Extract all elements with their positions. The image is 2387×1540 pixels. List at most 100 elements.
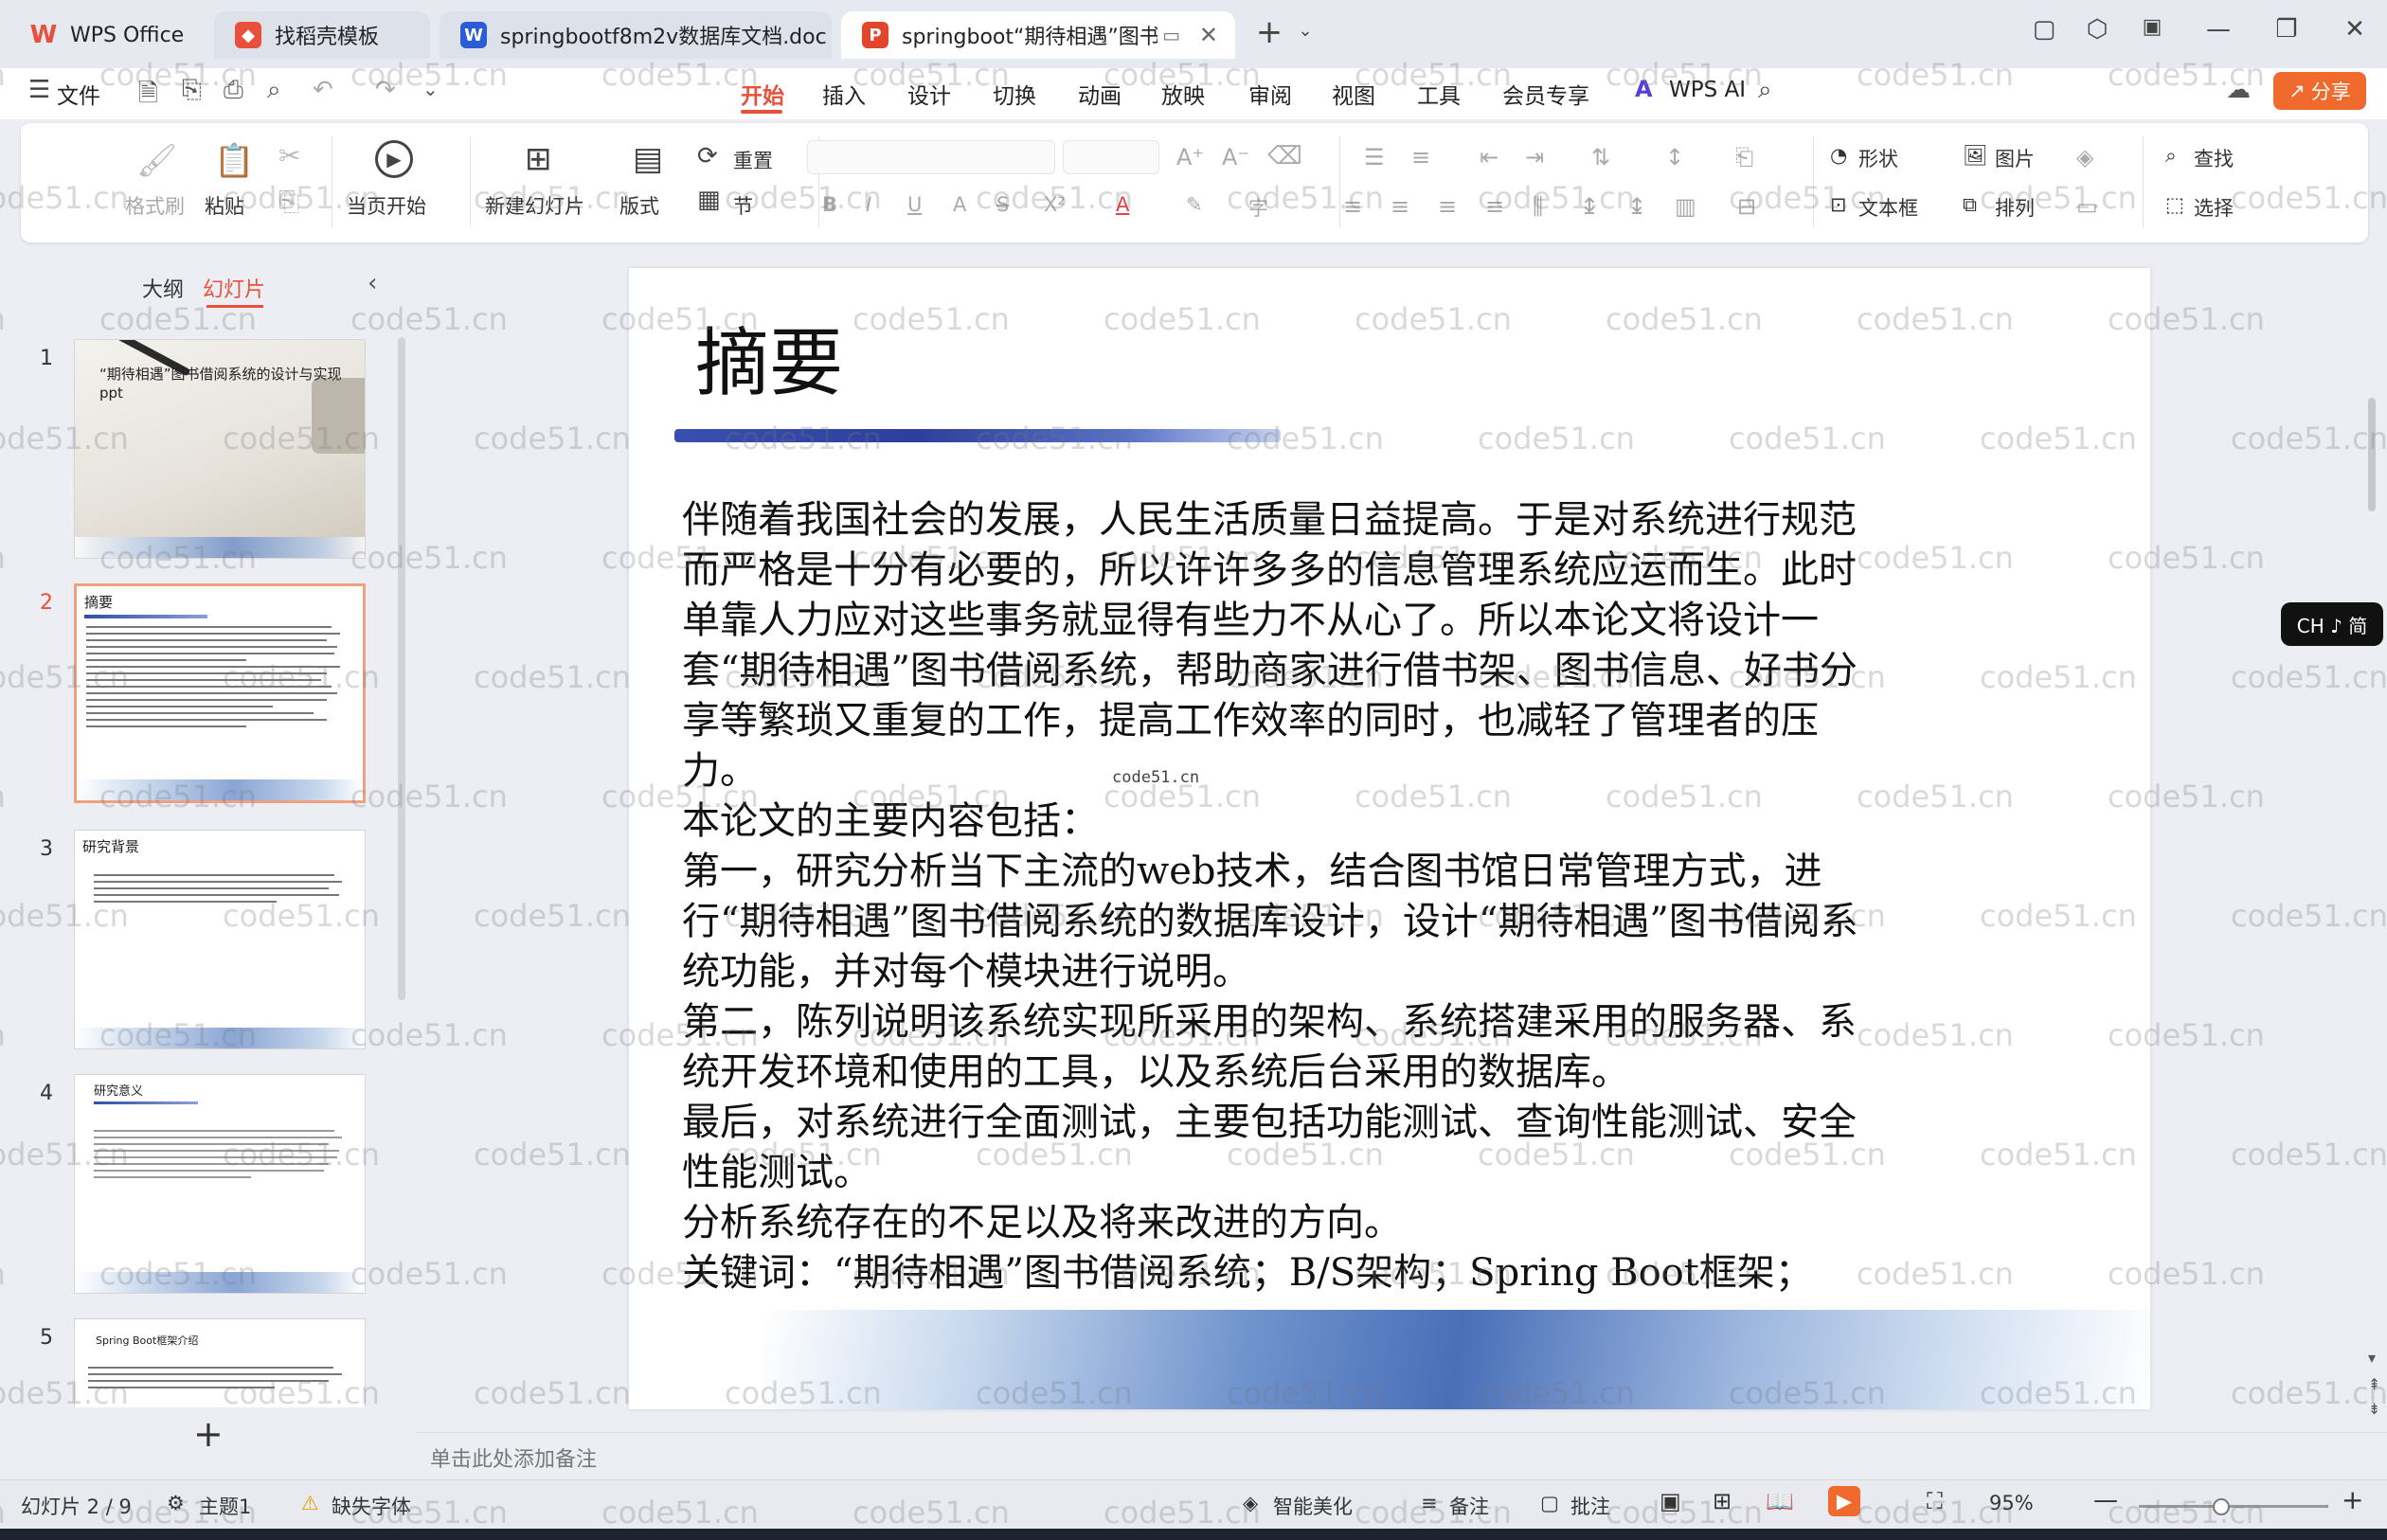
- menu-view[interactable]: 视图: [1332, 78, 1375, 110]
- search-icon[interactable]: ⌕: [1758, 76, 1772, 105]
- thumbnail-slide-1[interactable]: “期待相遇”图书借阅系统的设计与实现ppt: [74, 339, 366, 559]
- font-family-select[interactable]: [807, 140, 1055, 174]
- align-right-icon[interactable]: ≡: [1438, 193, 1457, 220]
- notes-pane[interactable]: 单击此处添加备注: [417, 1432, 2387, 1480]
- bullet-list-icon[interactable]: ☰: [1364, 144, 1385, 170]
- scroll-down-icon[interactable]: ▾: [2368, 1349, 2376, 1367]
- align-left-icon[interactable]: ≡: [1343, 193, 1362, 220]
- redo-icon[interactable]: ↷: [375, 76, 396, 104]
- italic-icon[interactable]: I: [866, 193, 871, 216]
- avatar[interactable]: ▣: [2133, 15, 2171, 39]
- picture-button[interactable]: 图片: [1995, 144, 2035, 172]
- thumbnail-slide-5[interactable]: Spring Boot框架介绍: [74, 1318, 366, 1407]
- close-window-icon[interactable]: ✕: [2336, 15, 2374, 44]
- columns-icon[interactable]: ▥: [1675, 193, 1696, 220]
- clear-format-icon[interactable]: ⌫: [1267, 142, 1302, 170]
- menu-review[interactable]: 审阅: [1248, 78, 1292, 110]
- menu-animation[interactable]: 动画: [1078, 78, 1122, 110]
- select-button[interactable]: 选择: [2194, 193, 2234, 222]
- increase-font-icon[interactable]: A⁺: [1176, 144, 1204, 170]
- normal-view-icon[interactable]: ▣: [1660, 1488, 1681, 1514]
- add-slide-button[interactable]: +: [193, 1413, 224, 1455]
- maximize-icon[interactable]: ❐: [2268, 15, 2306, 44]
- minimize-icon[interactable]: —: [2199, 15, 2237, 44]
- text-direction-icon[interactable]: ⇅: [1591, 144, 1610, 170]
- tab-docer[interactable]: ◆ 找稻壳模板: [214, 11, 430, 59]
- bold-icon[interactable]: B: [822, 193, 837, 216]
- numbered-list-icon[interactable]: ≡: [1411, 144, 1430, 170]
- zoom-in-icon[interactable]: +: [2342, 1484, 2363, 1515]
- thumbnail-slide-4[interactable]: 研究意义: [74, 1074, 366, 1294]
- font-color-icon[interactable]: A: [1116, 193, 1129, 216]
- paste-button[interactable]: 粘贴: [205, 191, 244, 220]
- arrange-button[interactable]: 排列: [1995, 193, 2035, 222]
- menu-insert[interactable]: 插入: [822, 78, 866, 110]
- convert-icon[interactable]: ⎗: [1735, 144, 1753, 170]
- menu-wps-ai[interactable]: WPS AI: [1669, 78, 1746, 102]
- play-from-current-button[interactable]: 当页开始: [347, 191, 426, 220]
- distribute-icon[interactable]: ⫼: [1533, 193, 1543, 220]
- chevron-down-icon[interactable]: ⌄: [422, 78, 439, 100]
- highlight-icon[interactable]: ✎: [1186, 193, 1203, 216]
- missing-font-button[interactable]: 缺失字体: [332, 1492, 411, 1520]
- justify-icon[interactable]: ≡: [1485, 193, 1504, 220]
- menu-slideshow[interactable]: 放映: [1161, 78, 1205, 110]
- file-menu[interactable]: 文件: [57, 78, 100, 110]
- comments-button[interactable]: 批注: [1570, 1492, 1610, 1520]
- smart-beautify-button[interactable]: 智能美化: [1273, 1492, 1353, 1520]
- section-button[interactable]: 节: [733, 191, 753, 220]
- thumbnail-slide-3[interactable]: 研究背景: [74, 830, 366, 1049]
- collapse-panel-icon[interactable]: ‹: [368, 269, 377, 297]
- theme-label[interactable]: 主题1: [199, 1492, 251, 1520]
- fill-icon[interactable]: ◈: [2076, 144, 2093, 170]
- zoom-slider-handle[interactable]: [2213, 1498, 2230, 1515]
- next-slide-icon[interactable]: ⇟: [2368, 1400, 2380, 1418]
- reset-button[interactable]: 重置: [733, 146, 773, 174]
- decrease-font-icon[interactable]: A⁻: [1222, 144, 1249, 170]
- zoom-out-icon[interactable]: —: [2093, 1486, 2118, 1514]
- slide-sorter-icon[interactable]: ⊞: [1713, 1488, 1732, 1514]
- zoom-slider-track[interactable]: [2139, 1505, 2328, 1508]
- superscript-icon[interactable]: X²: [1044, 193, 1066, 216]
- export-icon[interactable]: ⎘: [182, 76, 202, 105]
- slideshow-play-icon[interactable]: ▶: [1828, 1486, 1860, 1516]
- undo-icon[interactable]: ↶: [313, 76, 333, 104]
- find-button[interactable]: 查找: [2194, 144, 2234, 172]
- cube-icon[interactable]: ⬡: [2078, 15, 2116, 44]
- textbox-button[interactable]: 文本框: [1858, 193, 1918, 222]
- tab-doc-file[interactable]: W springbootf8m2v数据库文档.doc: [440, 11, 832, 59]
- vertical-align-icon[interactable]: ⊟: [1737, 193, 1756, 220]
- layout-button[interactable]: 版式: [619, 191, 659, 220]
- sort-icon[interactable]: ↕: [1665, 144, 1684, 170]
- reading-view-icon[interactable]: 📖: [1766, 1488, 1794, 1514]
- notes-button[interactable]: 备注: [1449, 1492, 1489, 1520]
- share-button[interactable]: ↗ 分享: [2273, 72, 2366, 110]
- menu-home[interactable]: 开始: [741, 78, 784, 110]
- prev-slide-icon[interactable]: ⇞: [2368, 1375, 2380, 1393]
- shape-button[interactable]: 形状: [1858, 144, 1898, 172]
- window-layout-icon[interactable]: ▢: [2025, 15, 2063, 44]
- slide-title[interactable]: 摘要: [695, 304, 843, 410]
- copy-icon[interactable]: ⎘: [278, 186, 299, 218]
- menu-member[interactable]: 会员专享: [1502, 78, 1589, 110]
- cut-icon[interactable]: ✂: [278, 140, 300, 171]
- panel-scrollbar[interactable]: [398, 337, 405, 1000]
- ime-indicator[interactable]: CH ♪ 简: [2281, 602, 2383, 646]
- print-preview-icon[interactable]: ⌕: [267, 76, 281, 105]
- cloud-upload-icon[interactable]: ☁: [2226, 76, 2251, 104]
- increase-indent-icon[interactable]: ⇥: [1525, 144, 1544, 170]
- new-tab-icon[interactable]: +: [1250, 13, 1288, 51]
- slide-body-textbox[interactable]: 伴随着我国社会的发展，人民生活质量日益提高。于是对系统进行规范而严格是十分有必要…: [682, 495, 1866, 1298]
- tab-ppt-file[interactable]: P springboot“期待相遇”图书 ▭ ✕: [841, 11, 1235, 59]
- new-slide-button[interactable]: 新建幻灯片: [485, 191, 584, 220]
- line-spacing-icon[interactable]: ↨: [1580, 193, 1599, 220]
- decrease-indent-icon[interactable]: ⇤: [1480, 144, 1499, 170]
- paragraph-spacing-icon[interactable]: ↨: [1627, 193, 1646, 220]
- save-icon[interactable]: 🗎: [138, 76, 158, 117]
- format-brush-button[interactable]: 格式刷: [125, 191, 185, 220]
- menu-design[interactable]: 设计: [907, 78, 951, 110]
- outline-icon[interactable]: ▭: [2076, 193, 2098, 220]
- close-tab-icon[interactable]: ✕: [1199, 22, 1218, 48]
- hamburger-icon[interactable]: ☰: [28, 76, 50, 104]
- print-icon[interactable]: ⎙: [224, 76, 243, 105]
